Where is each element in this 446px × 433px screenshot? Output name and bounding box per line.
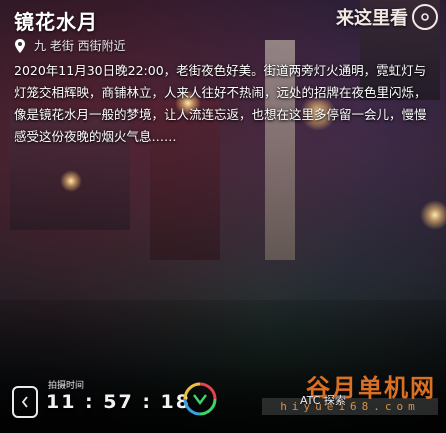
watermark-url: hiyue168.com	[262, 398, 438, 415]
time-label: 拍摄时间	[48, 381, 85, 391]
corner-text: 来这里看	[336, 8, 408, 29]
app-logo-icon	[183, 382, 217, 416]
page-title: 镜花水月	[14, 10, 98, 34]
location-row[interactable]: 九 老街 西街附近	[14, 37, 126, 54]
location-pin-icon	[14, 38, 26, 53]
corner-badge: 来这里看	[336, 4, 438, 30]
location-text: 九 老街 西街附近	[34, 39, 126, 53]
photo-credit: ATC 探索	[300, 394, 346, 407]
post-description: 2020年11月30日晚22:00，老街夜色好美。街道两旁灯火通明，霓虹灯与灯笼…	[14, 63, 427, 144]
street-lamp	[60, 170, 82, 192]
emblem-icon	[412, 4, 438, 30]
photo-card: 镜花水月 来这里看 九 老街 西街附近 2020年11月30日晚22:00，老街…	[0, 0, 446, 433]
street-lamp	[420, 200, 446, 230]
clock-icon	[12, 386, 38, 418]
time-value: 11 : 57 : 18	[46, 391, 191, 413]
